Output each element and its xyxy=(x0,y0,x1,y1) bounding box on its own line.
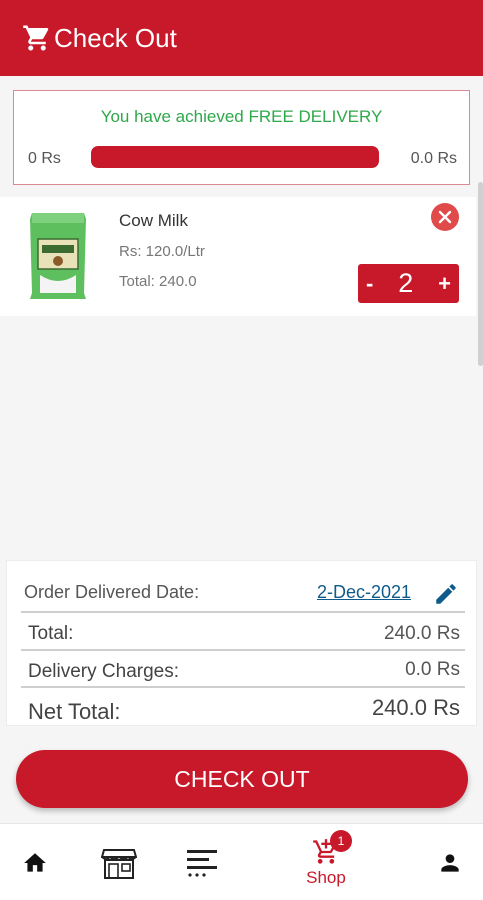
profile-icon xyxy=(441,853,459,872)
nav-shop-label: Shop xyxy=(306,867,346,887)
decrease-quantity-button[interactable]: - xyxy=(366,271,373,297)
nav-shop[interactable]: Shop 1 xyxy=(296,824,356,900)
quantity-value: 2 xyxy=(398,268,414,298)
delivery-progress-bar xyxy=(91,146,379,168)
nav-store[interactable] xyxy=(98,824,140,900)
delivery-charges-label: Delivery Charges: xyxy=(28,661,179,682)
nav-menu[interactable] xyxy=(182,824,222,900)
checkout-button[interactable]: CHECK OUT xyxy=(16,750,468,808)
quantity-stepper: - 2 + xyxy=(358,264,459,303)
product-name: Cow Milk xyxy=(119,211,188,230)
order-summary: Order Delivered Date: 2-Dec-2021 Total: … xyxy=(6,560,477,726)
product-image xyxy=(30,213,86,299)
menu-list-icon xyxy=(187,849,217,877)
cart-icon xyxy=(23,25,49,51)
divider xyxy=(21,649,465,651)
page-title: Check Out xyxy=(54,22,177,53)
delivery-progress-fill xyxy=(91,146,379,168)
app-header: Check Out xyxy=(0,0,483,76)
remove-item-button[interactable] xyxy=(431,203,459,231)
store-icon xyxy=(101,848,137,879)
scrollbar[interactable] xyxy=(478,182,483,366)
bottom-navigation: Shop 1 xyxy=(0,823,483,900)
net-total-label: Net Total: xyxy=(28,699,121,724)
delivery-range-min: 0 Rs xyxy=(28,150,61,167)
free-delivery-panel: You have achieved FREE DELIVERY 0 Rs 0.0… xyxy=(13,90,470,185)
home-icon xyxy=(24,852,46,872)
nav-home[interactable] xyxy=(14,824,56,900)
divider xyxy=(21,686,465,688)
product-total: Total: 240.0 xyxy=(119,273,197,290)
free-delivery-message: You have achieved FREE DELIVERY xyxy=(100,107,383,126)
cart-count-badge: 1 xyxy=(330,830,352,852)
increase-quantity-button[interactable]: + xyxy=(438,271,451,297)
delivery-range-max: 0.0 Rs xyxy=(410,150,457,167)
divider xyxy=(21,611,465,613)
cart-item: Cow Milk Rs: 120.0/Ltr Total: 240.0 - 2 … xyxy=(0,197,476,316)
delivery-charges-value: 0.0 Rs xyxy=(405,659,460,680)
net-total-value: 240.0 Rs xyxy=(371,695,460,720)
total-value: 240.0 Rs xyxy=(383,623,460,644)
total-label: Total: xyxy=(28,623,74,644)
order-date-label: Order Delivered Date: xyxy=(24,582,200,602)
close-icon xyxy=(438,210,452,224)
edit-pencil-icon[interactable] xyxy=(433,581,459,607)
nav-profile[interactable] xyxy=(432,824,468,900)
order-date-link[interactable]: 2-Dec-2021 xyxy=(317,582,411,603)
product-price: Rs: 120.0/Ltr xyxy=(119,243,205,260)
